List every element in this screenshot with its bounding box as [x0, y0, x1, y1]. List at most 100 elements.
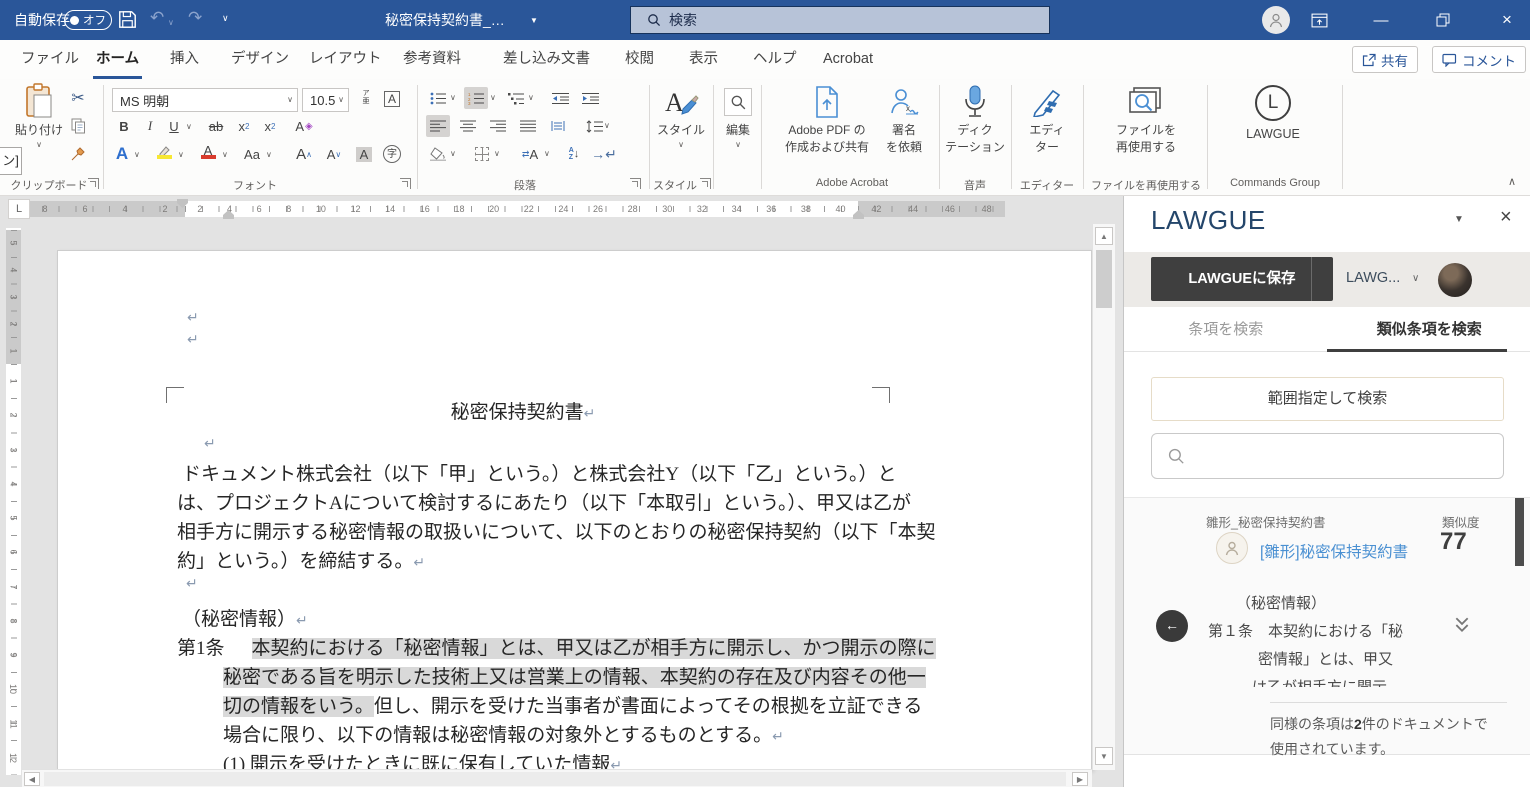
strikethrough-icon[interactable]: ab	[204, 115, 228, 137]
scroll-up-button[interactable]: ▲	[1095, 227, 1113, 245]
font-dialog-launcher[interactable]	[400, 178, 411, 189]
tab-search-similar-clauses[interactable]: 類似条項を検索	[1328, 307, 1530, 351]
tab-mailings[interactable]: 差し込み文書	[500, 40, 593, 79]
styles-dropdown-icon[interactable]: ∨	[652, 141, 710, 149]
sort-icon[interactable]: AZ↓	[562, 143, 586, 165]
tab-insert[interactable]: 挿入	[167, 40, 202, 79]
align-left-icon[interactable]	[426, 115, 450, 137]
multilevel-list-icon[interactable]	[504, 87, 528, 109]
tab-review[interactable]: 校閲	[622, 40, 657, 79]
line-spacing-icon[interactable]	[582, 115, 606, 137]
bullets-dropdown-icon[interactable]: ∨	[450, 94, 456, 102]
scroll-left-button[interactable]: ◀	[24, 772, 40, 786]
tab-acrobat[interactable]: Acrobat	[820, 40, 876, 79]
subscript-icon[interactable]: x2	[232, 115, 256, 137]
document-title[interactable]: 秘密保持契約書_…	[385, 0, 505, 40]
scroll-down-button[interactable]: ▼	[1095, 747, 1113, 765]
undo-dropdown-icon[interactable]: ∨	[168, 18, 174, 27]
text-effects-dropdown-icon[interactable]: ∨	[134, 151, 140, 159]
underline-icon[interactable]: U	[162, 115, 186, 137]
increase-indent-icon[interactable]	[578, 87, 602, 109]
document-horizontal-scrollbar[interactable]: ◀ ▶	[22, 769, 1092, 787]
change-case-icon[interactable]: Aa	[240, 143, 264, 165]
title-dropdown-icon[interactable]: ▼	[530, 16, 538, 25]
bold-icon[interactable]: B	[112, 115, 136, 137]
superscript-icon[interactable]: x2	[258, 115, 282, 137]
cut-icon[interactable]: ✂	[66, 87, 90, 109]
borders-icon[interactable]	[470, 143, 494, 165]
ribbon-display-options-button[interactable]	[1296, 0, 1342, 40]
autosave-toggle[interactable]: オフ	[64, 10, 112, 30]
horizontal-ruler[interactable]: 8642 24681012141618202224262830323436384…	[25, 201, 1005, 217]
adobe-pdf-button[interactable]: Adobe PDF の 作成および共有	[772, 83, 882, 155]
horizontal-scroll-thumb[interactable]	[44, 772, 1066, 786]
styles-dialog-launcher[interactable]	[700, 178, 711, 189]
pane-options-dropdown-icon[interactable]: ▼	[1454, 214, 1464, 225]
expand-double-chevron-icon[interactable]	[1454, 616, 1470, 633]
minimize-button[interactable]: —	[1358, 0, 1404, 40]
vertical-scroll-thumb[interactable]	[1096, 250, 1112, 308]
shading-dropdown-icon[interactable]: ∨	[450, 150, 456, 158]
align-center-icon[interactable]	[456, 115, 480, 137]
borders-dropdown-icon[interactable]: ∨	[494, 150, 500, 158]
search-by-range-button[interactable]: 範囲指定して検索	[1151, 377, 1504, 421]
undo-icon[interactable]: ↶	[150, 8, 164, 28]
document-page[interactable]: ↵ ↵ 秘密保持契約書↵ ↵ ドキュメント株式会社（以下「甲」という。）と株式会…	[57, 250, 1092, 770]
editor-button[interactable]: エディ ター	[1016, 83, 1078, 155]
highlight-color-icon[interactable]	[152, 141, 176, 163]
dictation-button[interactable]: ディク テーション	[944, 83, 1006, 155]
font-name-combo[interactable]: MS 明朝∨	[112, 88, 298, 112]
distribute-icon[interactable]	[546, 115, 570, 137]
tab-search-clauses[interactable]: 条項を検索	[1124, 307, 1328, 351]
back-to-document-button[interactable]: ←	[1156, 610, 1188, 642]
request-signatures-button[interactable]: x 署名 を依頼	[880, 83, 928, 155]
grow-font-icon[interactable]: A∧	[292, 143, 316, 165]
panel-search-input[interactable]	[1151, 433, 1504, 479]
phonetic-guide-icon[interactable]: ア亜	[354, 87, 378, 109]
redo-icon[interactable]: ↷	[188, 8, 202, 28]
font-color-dropdown-icon[interactable]: ∨	[222, 151, 228, 159]
multilevel-dropdown-icon[interactable]: ∨	[528, 94, 534, 102]
account-dropdown-icon[interactable]: ∨	[1412, 273, 1419, 284]
shading-icon[interactable]	[426, 143, 450, 165]
bullets-icon[interactable]	[426, 87, 450, 109]
save-button-split-segment[interactable]	[1311, 257, 1333, 301]
tab-home[interactable]: ホーム	[93, 40, 142, 79]
tab-file[interactable]: ファイル	[18, 40, 82, 79]
numbering-icon[interactable]: 123	[464, 87, 488, 109]
clipboard-dialog-launcher[interactable]	[88, 178, 99, 189]
paste-button[interactable]: 貼り付け ∨	[8, 83, 70, 149]
character-shading-icon[interactable]: A	[352, 143, 376, 165]
search-box[interactable]: 検索	[630, 6, 1050, 34]
scroll-right-button[interactable]: ▶	[1072, 772, 1088, 786]
tab-layout[interactable]: レイアウト	[306, 40, 385, 79]
tab-design[interactable]: デザイン	[228, 40, 292, 79]
paragraph-dialog-launcher[interactable]	[630, 178, 641, 189]
justify-icon[interactable]	[516, 115, 540, 137]
change-case-dropdown-icon[interactable]: ∨	[266, 151, 272, 159]
align-right-icon[interactable]	[486, 115, 510, 137]
save-to-lawgue-button[interactable]: LAWGUEに保存	[1151, 257, 1333, 301]
italic-icon[interactable]: I	[138, 115, 162, 137]
account-avatar[interactable]	[1438, 263, 1472, 297]
character-border-icon[interactable]: A	[380, 88, 404, 110]
text-effects-icon[interactable]: A	[110, 143, 134, 165]
quick-access-dropdown-icon[interactable]: ∨	[222, 13, 229, 24]
show-paragraph-marks-icon[interactable]: →↵	[592, 143, 616, 165]
close-button[interactable]: ×	[1484, 0, 1530, 40]
editing-dropdown-icon[interactable]: ∨	[716, 141, 760, 149]
pane-close-icon[interactable]: ×	[1500, 206, 1512, 229]
styles-button[interactable]: A スタイル ∨	[652, 83, 710, 149]
account-name[interactable]: LAWG...	[1346, 270, 1400, 286]
editing-button[interactable]: 編集 ∨	[716, 83, 760, 149]
share-button[interactable]: 共有	[1352, 46, 1418, 73]
copy-icon[interactable]	[66, 115, 90, 137]
restore-button[interactable]	[1420, 0, 1466, 40]
tab-references[interactable]: 参考資料	[400, 40, 464, 79]
font-size-combo[interactable]: 10.5∨	[302, 88, 349, 112]
format-painter-icon[interactable]	[66, 143, 90, 165]
underline-dropdown-icon[interactable]: ∨	[186, 123, 192, 131]
vertical-ruler[interactable]: 54321 123456789101112	[6, 228, 21, 775]
decrease-indent-icon[interactable]	[548, 87, 572, 109]
font-color-icon[interactable]: A	[196, 141, 220, 163]
